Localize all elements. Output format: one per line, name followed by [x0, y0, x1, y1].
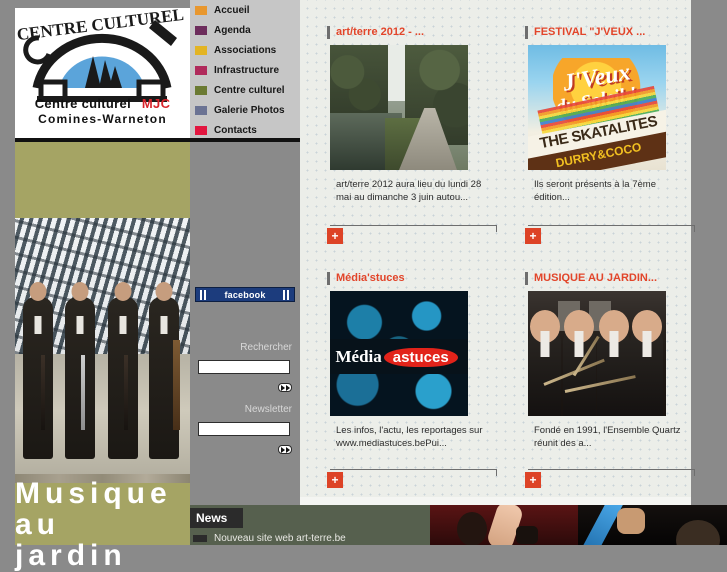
card-thumbnail[interactable]: Média astuces	[330, 291, 468, 416]
facebook-bars-left-icon	[200, 290, 207, 300]
card-footer-rule	[330, 469, 497, 476]
facebook-button[interactable]: facebook	[195, 287, 295, 302]
card-expand-button[interactable]: +	[525, 228, 541, 244]
card-description: art/terre 2012 aura lieu du lundi 28 mai…	[336, 179, 482, 203]
card-footer-rule	[528, 469, 695, 476]
content-bottom-spacer	[300, 497, 691, 505]
search-go-button[interactable]	[278, 383, 292, 392]
card-footer-rule	[528, 225, 695, 232]
nav-label: Accueil	[214, 4, 250, 16]
card-thumbnail[interactable]	[528, 291, 666, 416]
arrow-right-icon	[285, 446, 290, 453]
main-navigation: Accueil Agenda Associations Infrastructu…	[190, 0, 300, 140]
bullet-icon	[195, 125, 207, 135]
nav-item-associations[interactable]: Associations	[190, 40, 300, 60]
left-feature-photo	[15, 218, 190, 480]
nav-item-infrastructure[interactable]: Infrastructure	[190, 60, 300, 80]
news-photo-2	[578, 505, 727, 545]
news-item-label: Nouveau site web art-terre.be	[214, 533, 346, 544]
newsletter-go-button[interactable]	[278, 445, 292, 454]
arrow-right-icon	[285, 384, 290, 391]
news-left-spacer	[0, 0, 190, 8]
olive-spacer-block	[15, 142, 190, 218]
news-photo-strip	[430, 505, 727, 545]
photo-musicians	[15, 296, 190, 460]
nav-item-contacts[interactable]: Contacts	[190, 120, 300, 140]
card-title: FESTIVAL "J'VEUX ...	[525, 26, 695, 39]
left-column: CENTRE CULTUREL Centre culturel MJC Comi…	[0, 0, 190, 571]
right-gutter	[691, 0, 727, 545]
card-thumbnail[interactable]	[330, 45, 468, 170]
page-root: CENTRE CULTUREL Centre culturel MJC Comi…	[0, 0, 727, 571]
newsletter-label: Newsletter	[244, 404, 292, 415]
card-expand-button[interactable]: +	[327, 472, 343, 488]
news-tab-label: News	[190, 508, 243, 528]
card-expand-button[interactable]: +	[327, 228, 343, 244]
news-bullet-icon	[193, 535, 207, 542]
news-photo-1	[430, 505, 578, 545]
nav-item-accueil[interactable]: Accueil	[190, 0, 300, 20]
nav-item-centre-culturel[interactable]: Centre culturel	[190, 80, 300, 100]
card-description: Fondé en 1991, l'Ensemble Quartz réunit …	[534, 425, 681, 449]
news-card[interactable]: FESTIVAL "J'VEUX ... J'Veux du Soleil ! …	[525, 26, 695, 204]
media-logo-part2: astuces	[383, 347, 458, 367]
card-expand-button[interactable]: +	[525, 472, 541, 488]
card-title: art/terre 2012 - ...	[327, 26, 497, 39]
facebook-label: facebook	[224, 289, 266, 300]
bullet-icon	[195, 25, 207, 35]
logo-line1: Centre culturel	[34, 96, 131, 111]
bullet-icon	[195, 65, 207, 75]
feature-title-line1: Musique	[15, 477, 172, 510]
news-card[interactable]: Média'stuces Média astuces Les infos, l'…	[327, 272, 497, 450]
nav-label: Centre culturel	[214, 84, 285, 96]
card-thumbnail[interactable]: J'Veux du Soleil ! THE SKATALITES DURRY&…	[528, 45, 666, 170]
nav-label: Contacts	[214, 124, 257, 136]
card-footer-rule	[330, 225, 497, 232]
feature-title-line2: au	[15, 508, 61, 541]
arrow-right-icon	[280, 446, 285, 453]
facebook-bars-right-icon	[283, 290, 290, 300]
bullet-icon	[195, 105, 207, 115]
news-card[interactable]: MUSIQUE AU JARDIN... Fondé en 1991, l'En…	[525, 272, 695, 450]
left-feature-title: Musique au jardin	[15, 478, 195, 571]
logo-mjc: MJC	[141, 96, 171, 111]
card-title: Média'stuces	[327, 272, 497, 285]
card-description: Ils seront présents à la 7ème édition...	[534, 179, 656, 203]
arrow-right-icon	[280, 384, 285, 391]
nav-label: Galerie Photos	[214, 104, 285, 116]
newsletter-input[interactable]	[198, 422, 290, 436]
news-list-item[interactable]: Nouveau site web art-terre.be	[193, 533, 346, 544]
card-title: MUSIQUE AU JARDIN...	[525, 272, 695, 285]
news-card[interactable]: art/terre 2012 - ... art/terre 2012 aura…	[327, 26, 497, 204]
media-logo-part1: Média	[335, 347, 382, 367]
nav-label: Infrastructure	[214, 64, 280, 76]
bullet-icon	[195, 45, 207, 55]
nav-item-galerie-photos[interactable]: Galerie Photos	[190, 100, 300, 120]
nav-label: Associations	[214, 44, 277, 56]
site-logo[interactable]: CENTRE CULTUREL Centre culturel MJC Comi…	[15, 0, 190, 138]
search-input[interactable]	[198, 360, 290, 374]
nav-label: Agenda	[214, 24, 251, 36]
bullet-icon	[195, 85, 207, 95]
card-description: Les infos, l'actu, les reportages sur ww…	[336, 425, 483, 449]
search-label: Rechercher	[240, 342, 292, 353]
nav-item-agenda[interactable]: Agenda	[190, 20, 300, 40]
bullet-icon	[195, 5, 207, 15]
nav-sidebar: Accueil Agenda Associations Infrastructu…	[190, 0, 300, 505]
news-ticker-section: News Nouveau site web art-terre.be	[190, 505, 727, 545]
logo-line2: Comines-Warneton	[38, 112, 167, 126]
